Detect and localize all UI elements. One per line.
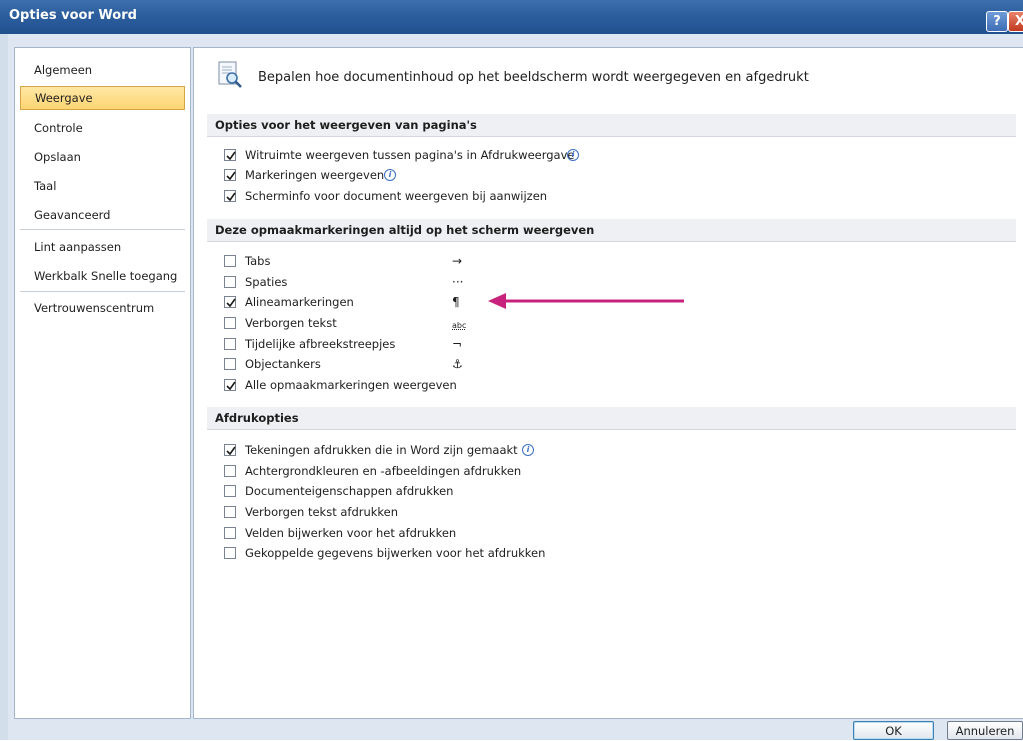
checkmark-icon	[226, 446, 236, 456]
option-label: Witruimte weergeven tussen pagina's in A…	[245, 148, 575, 162]
sidebar-item-weergave[interactable]: Weergave	[20, 86, 185, 110]
info-icon[interactable]: i	[522, 444, 534, 456]
page-title: Bepalen hoe documentinhoud op het beelds…	[258, 70, 809, 85]
info-icon[interactable]: i	[384, 169, 396, 181]
window-title: Opties voor Word	[9, 8, 137, 23]
sidebar-divider	[20, 229, 185, 230]
checkbox[interactable]	[224, 338, 236, 350]
pilcrow-icon: ¶	[452, 295, 460, 309]
checkbox[interactable]	[224, 485, 236, 497]
option-label: Verborgen tekst afdrukken	[245, 505, 399, 519]
help-button[interactable]: ?	[986, 11, 1008, 32]
checkbox[interactable]	[224, 255, 236, 267]
cancel-button[interactable]: Annuleren	[947, 721, 1023, 740]
checkmark-icon	[226, 298, 236, 308]
checkmark-icon	[226, 171, 236, 181]
sidebar-item-werkbalk-snelle-toegang[interactable]: Werkbalk Snelle toegang	[20, 264, 185, 288]
info-icon[interactable]: i	[567, 149, 579, 161]
ok-button[interactable]: OK	[853, 721, 934, 740]
optional-hyphen-icon: ¬	[452, 337, 463, 351]
checkbox[interactable]	[224, 190, 236, 202]
sidebar-item-lint-aanpassen[interactable]: Lint aanpassen	[20, 235, 185, 259]
option-label: Objectankers	[245, 357, 321, 371]
section-title: Opties voor het weergeven van pagina's	[215, 118, 477, 132]
option-label: Gekoppelde gegevens bijwerken voor het a…	[245, 546, 546, 560]
section-title: Afdrukopties	[215, 411, 299, 425]
sidebar-item-vertrouwenscentrum[interactable]: Vertrouwenscentrum	[20, 296, 185, 320]
option-label: Documenteigenschappen afdrukken	[245, 484, 454, 498]
option-label: Alle opmaakmarkeringen weergeven	[245, 378, 457, 392]
checkbox[interactable]	[224, 169, 236, 181]
checkbox[interactable]	[224, 547, 236, 559]
sidebar-item-opslaan[interactable]: Opslaan	[20, 145, 185, 169]
sidebar: Algemeen Weergave Controle Opslaan Taal …	[14, 47, 191, 719]
sidebar-item-algemeen[interactable]: Algemeen	[20, 58, 185, 82]
checkbox[interactable]	[224, 276, 236, 288]
option-label: Verborgen tekst	[245, 316, 337, 330]
close-button[interactable]: X	[1008, 11, 1023, 32]
sidebar-item-controle[interactable]: Controle	[20, 116, 185, 140]
tab-arrow-icon: →	[452, 254, 463, 268]
anchor-icon: ⚓	[452, 357, 463, 371]
option-label: Alineamarkeringen	[245, 295, 354, 309]
space-dots-icon: ···	[452, 275, 464, 289]
checkbox[interactable]	[224, 527, 236, 539]
section-title: Deze opmaakmarkeringen altijd op het sch…	[215, 223, 595, 237]
checkbox[interactable]	[224, 317, 236, 329]
checkmark-icon	[226, 192, 236, 202]
sidebar-item-taal[interactable]: Taal	[20, 174, 185, 198]
sidebar-item-geavanceerd[interactable]: Geavanceerd	[20, 203, 185, 227]
section-header-print-options: Afdrukopties	[207, 407, 1016, 430]
option-label: Tabs	[245, 254, 271, 268]
dialog-left-border	[0, 34, 8, 740]
option-label: Markeringen weergeven	[245, 168, 385, 182]
checkbox[interactable]	[224, 296, 236, 308]
annotation-arrow-icon	[488, 293, 684, 309]
option-label: Achtergrondkleuren en -afbeeldingen afdr…	[245, 464, 522, 478]
checkbox[interactable]	[224, 506, 236, 518]
option-label: Velden bijwerken voor het afdrukken	[245, 526, 457, 540]
option-label: Spaties	[245, 275, 288, 289]
document-magnifier-icon	[218, 61, 242, 88]
checkbox[interactable]	[224, 379, 236, 391]
option-label: Tekeningen afdrukken die in Word zijn ge…	[245, 443, 518, 457]
option-label: Tijdelijke afbreekstreepjes	[245, 337, 396, 351]
checkbox[interactable]	[224, 444, 236, 456]
checkbox[interactable]	[224, 358, 236, 370]
section-header-page-display: Opties voor het weergeven van pagina's	[207, 114, 1016, 137]
checkbox[interactable]	[224, 149, 236, 161]
checkmark-icon	[226, 381, 236, 391]
checkmark-icon	[226, 151, 236, 161]
checkbox[interactable]	[224, 465, 236, 477]
section-header-formatting-marks: Deze opmaakmarkeringen altijd op het sch…	[207, 219, 1016, 242]
sidebar-divider	[20, 291, 185, 292]
option-label: Scherminfo voor document weergeven bij a…	[245, 189, 548, 203]
hidden-text-icon: abc	[452, 321, 467, 330]
title-bar: Opties voor Word ? X	[0, 0, 1023, 34]
